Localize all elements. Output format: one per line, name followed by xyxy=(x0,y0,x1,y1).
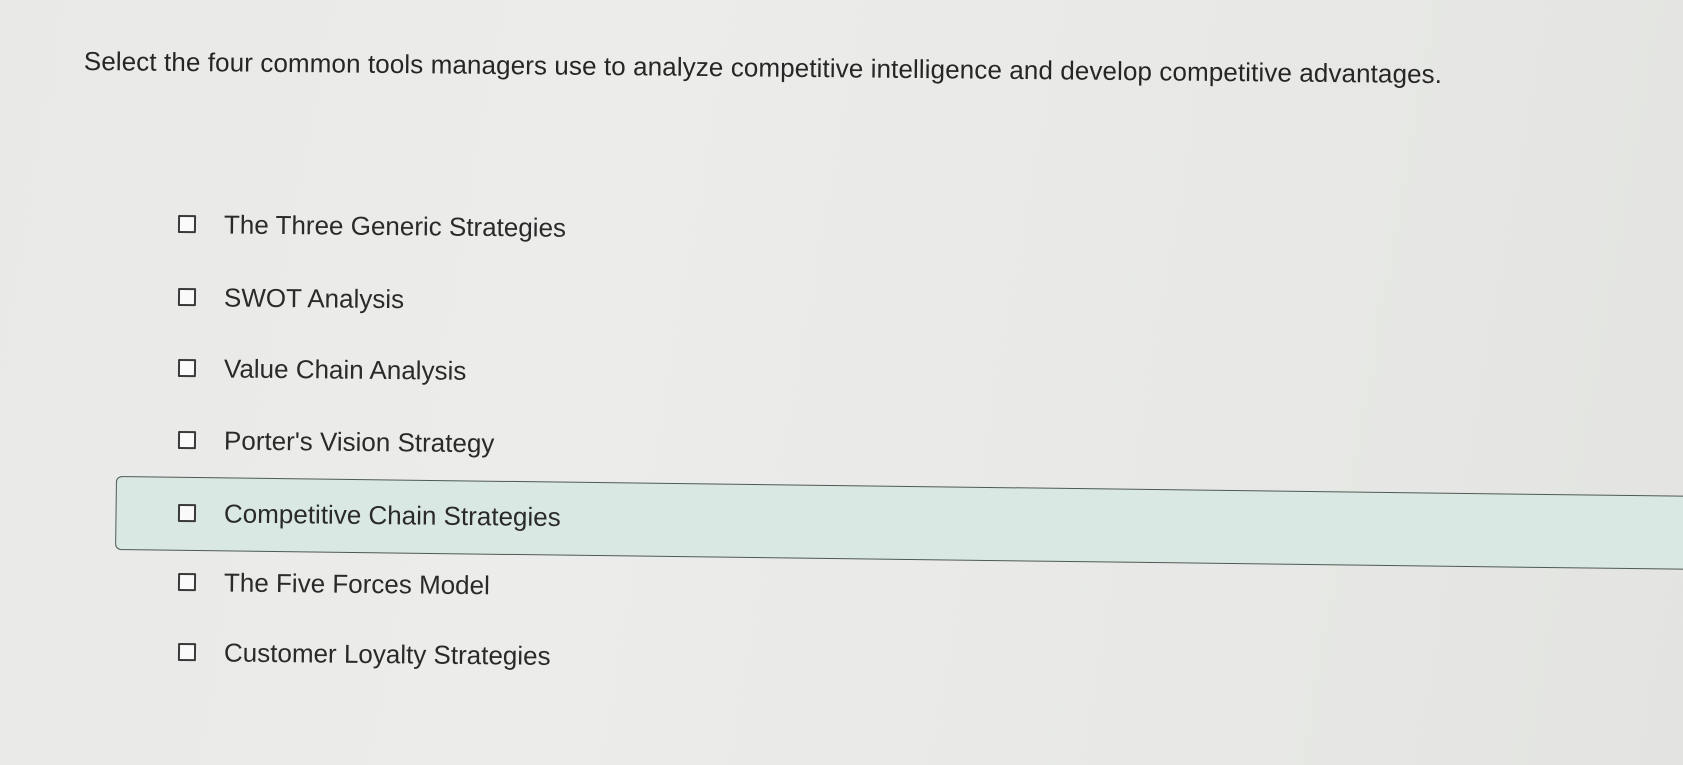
checkbox-icon[interactable] xyxy=(177,359,197,378)
option-label: Customer Loyalty Strategies xyxy=(223,636,551,671)
checkbox-icon[interactable] xyxy=(177,431,197,450)
option-label: Value Chain Analysis xyxy=(223,352,467,386)
option-label: Porter's Vision Strategy xyxy=(223,424,495,458)
option-customer-loyalty-strategies[interactable]: Customer Loyalty Strategies xyxy=(177,632,551,676)
option-porters-vision-strategy[interactable]: Porter's Vision Strategy xyxy=(177,420,495,463)
option-five-forces-model[interactable]: The Five Forces Model xyxy=(177,562,491,605)
option-label: The Three Generic Strategies xyxy=(223,208,567,243)
checkbox-icon[interactable] xyxy=(177,573,197,592)
option-competitive-chain-strategies[interactable]: Competitive Chain Strategies xyxy=(177,493,561,537)
option-value-chain-analysis[interactable]: Value Chain Analysis xyxy=(177,348,467,391)
option-label: The Five Forces Model xyxy=(223,566,491,600)
checkbox-icon[interactable] xyxy=(177,643,197,662)
options-list: The Three Generic Strategies SWOT Analys… xyxy=(0,0,1683,765)
option-label: SWOT Analysis xyxy=(223,281,405,314)
checkbox-icon[interactable] xyxy=(177,215,197,234)
option-three-generic-strategies[interactable]: The Three Generic Strategies xyxy=(177,204,567,248)
option-label: Competitive Chain Strategies xyxy=(223,497,561,532)
checkbox-icon[interactable] xyxy=(177,288,197,307)
option-swot-analysis[interactable]: SWOT Analysis xyxy=(177,277,405,319)
checkbox-icon[interactable] xyxy=(177,504,197,523)
